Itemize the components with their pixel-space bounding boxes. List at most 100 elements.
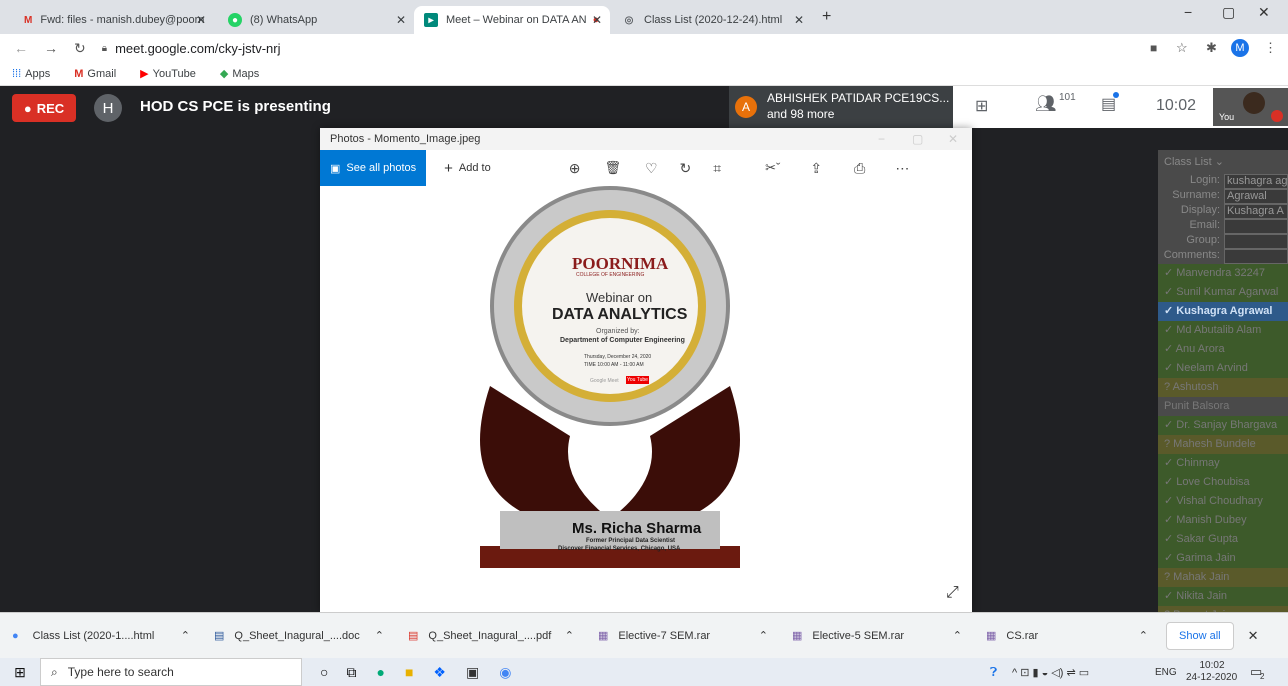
student-row[interactable]: ✓ Kushagra Agrawal (1158, 302, 1288, 321)
bookmark-apps[interactable]: ⁞⁞⁞ Apps (12, 68, 62, 80)
student-row[interactable]: ✓ Dr. Sanjay Bhargava (1158, 416, 1288, 435)
task-view-icon[interactable]: ⧉ (346, 664, 356, 681)
student-row[interactable]: ✓ Nikita Jain (1158, 587, 1288, 606)
add-to-button[interactable]: Add to (459, 162, 491, 174)
chevron-up-icon[interactable]: ⌃ (759, 629, 768, 642)
student-row[interactable]: ✓ Vishal Choudhary (1158, 492, 1288, 511)
photos-close[interactable]: ✕ (948, 132, 958, 146)
star-icon[interactable]: ☆ (1176, 40, 1188, 56)
people-icon[interactable]: 👥︎ (1035, 94, 1057, 114)
self-video-tile: You (1213, 88, 1288, 126)
download-item[interactable]: ● Class List (2020-1....html ⌃ (0, 613, 202, 659)
student-row[interactable]: ? Ashutosh (1158, 378, 1288, 397)
delete-icon[interactable]: 🗑︎ (604, 160, 621, 176)
student-row[interactable]: ✓ Md Abutalib Alam (1158, 321, 1288, 340)
chevron-up-icon[interactable]: ⌃ (1139, 629, 1148, 642)
close-download-bar-icon[interactable]: ✕ (1248, 628, 1259, 644)
file-explorer-icon[interactable]: ■ (405, 664, 413, 680)
tab-gmail[interactable]: M Fwd: files - manish.dubey@poorn ✕ (14, 6, 214, 34)
student-row[interactable]: ✓ Chinmay (1158, 454, 1288, 473)
bookmark-gmail[interactable]: M Gmail (74, 68, 128, 80)
self-label: You (1219, 112, 1235, 122)
forward-icon[interactable]: → (44, 40, 58, 56)
heart-icon[interactable]: ♡ (645, 160, 658, 177)
share-icon[interactable]: ⇪ (810, 160, 822, 177)
reload-icon[interactable]: ↻ (74, 40, 86, 57)
windows-start-icon[interactable]: ⊞ (0, 664, 40, 681)
url-field[interactable]: meet.google.com/cky-jstv-nrj (115, 41, 280, 56)
student-row[interactable]: ✓ Manish Dubey (1158, 511, 1288, 530)
chevron-up-icon[interactable]: ⌃ (181, 629, 190, 642)
language-indicator[interactable]: ENG (1155, 667, 1177, 678)
student-row[interactable]: ✓ Sakar Gupta (1158, 530, 1288, 549)
photos-maximize[interactable]: ▢ (912, 132, 923, 146)
maximize-button[interactable]: ▢ (1222, 4, 1235, 21)
close-icon[interactable]: ✕ (592, 13, 602, 27)
download-item[interactable]: ▦ CS.rar ⌃ (974, 613, 1160, 659)
field-value[interactable]: Agrawal (1224, 189, 1288, 204)
field-value[interactable]: Kushagra A (1224, 204, 1288, 219)
chevron-up-icon[interactable]: ⌃ (953, 629, 962, 642)
field-value[interactable] (1224, 234, 1288, 249)
new-tab-button[interactable]: + (822, 8, 831, 26)
field-value[interactable]: kushagra ag (1224, 174, 1288, 189)
student-row[interactable]: ✓ Anu Arora (1158, 340, 1288, 359)
student-row[interactable]: ? Mahesh Bundele (1158, 435, 1288, 454)
student-row[interactable]: ✓ Manvendra 32247 (1158, 264, 1288, 283)
menu-icon[interactable]: ⋮ (1264, 40, 1277, 56)
edge-icon[interactable]: ● (376, 664, 384, 680)
close-icon[interactable]: ✕ (794, 13, 804, 27)
taskbar-search-input[interactable]: ⌕ Type here to search (40, 658, 302, 686)
student-row[interactable]: ✓ Love Choubisa (1158, 473, 1288, 492)
print-icon[interactable]: ⎙ (854, 160, 865, 177)
camera-icon[interactable]: ■ (1150, 41, 1157, 55)
event-date: Thursday, December 24, 2020 (584, 354, 652, 360)
expand-icon[interactable]: ⤢ (946, 584, 959, 602)
plus-icon[interactable]: + (444, 160, 453, 177)
taskbar-time[interactable]: 10:02 (1190, 660, 1234, 671)
close-icon[interactable]: ✕ (396, 13, 406, 27)
dropbox-icon[interactable]: ❖ (433, 664, 446, 681)
class-list-title[interactable]: Class List ⌄ (1158, 150, 1288, 174)
cortana-icon[interactable]: ○ (320, 664, 328, 680)
people-count: 101 (1059, 92, 1076, 103)
chevron-up-icon[interactable]: ⌃ (565, 629, 574, 642)
student-row[interactable]: ? Mahak Jain (1158, 568, 1288, 587)
window-close-button[interactable]: ✕ (1258, 4, 1270, 21)
crop-icon[interactable]: ⌗ (713, 160, 721, 177)
tab-meet[interactable]: ▸ Meet – Webinar on DATA AN ● ✕ (414, 6, 610, 34)
chevron-up-icon[interactable]: ⌃ (375, 629, 384, 642)
photos-minimize[interactable]: − (878, 132, 885, 146)
download-item[interactable]: ▤ Q_Sheet_Inagural_....pdf ⌃ (396, 613, 586, 659)
chrome-taskbar-icon[interactable]: ◉ (499, 664, 511, 681)
student-row[interactable]: ✓ Neelam Arvind (1158, 359, 1288, 378)
profile-avatar[interactable]: M (1231, 39, 1249, 57)
student-row[interactable]: ✓ Sunil Kumar Agarwal (1158, 283, 1288, 302)
store-icon[interactable]: ▣ (466, 664, 479, 681)
field-value[interactable] (1224, 249, 1288, 264)
extensions-icon[interactable]: ✱ (1206, 40, 1217, 56)
download-item[interactable]: ▦ Elective-5 SEM.rar ⌃ (780, 613, 974, 659)
download-item[interactable]: ▦ Elective-7 SEM.rar ⌃ (586, 613, 780, 659)
bookmark-youtube[interactable]: ▶ YouTube (140, 67, 208, 81)
more-icon[interactable]: ⋯ (895, 160, 909, 177)
system-tray-icons[interactable]: ^ ⊡ ▮ ◒ ◁) ⇌ ▭ (1012, 666, 1089, 679)
bookmark-maps[interactable]: ◆ Maps (220, 67, 271, 81)
close-icon[interactable]: ✕ (196, 13, 206, 27)
tab-class-list[interactable]: ◎ Class List (2020-12-24).html ✕ (612, 6, 812, 34)
help-icon[interactable]: ❓︎ (990, 665, 997, 680)
minimize-button[interactable]: − (1184, 4, 1192, 20)
edit-icon[interactable]: ✂︎ˇ (765, 160, 780, 176)
field-value[interactable] (1224, 219, 1288, 234)
see-all-photos-button[interactable]: ▣ See all photos (320, 150, 427, 186)
back-icon[interactable]: ← (14, 40, 28, 56)
download-item[interactable]: ▤ Q_Sheet_Inagural_....doc ⌃ (202, 613, 396, 659)
zoom-icon[interactable]: ⊕ (569, 160, 581, 177)
tab-whatsapp[interactable]: ● (8) WhatsApp ✕ (218, 6, 414, 34)
taskbar-date[interactable]: 24-12-2020 (1186, 672, 1237, 683)
rotate-icon[interactable]: ↻ (680, 160, 692, 177)
grid-layout-icon[interactable]: ⊞ (975, 96, 988, 116)
student-row[interactable]: ✓ Garima Jain (1158, 549, 1288, 568)
student-row[interactable]: Punit Balsora (1158, 397, 1288, 416)
show-all-button[interactable]: Show all (1166, 621, 1234, 650)
